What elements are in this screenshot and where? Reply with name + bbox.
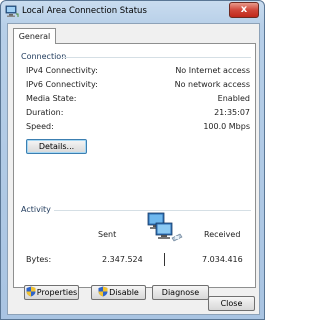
media-state-row: Media State: Enabled (26, 94, 250, 106)
diagnose-button[interactable]: Diagnose (152, 285, 209, 300)
ipv4-row: IPv4 Connectivity: No Internet access (26, 66, 250, 78)
bytes-label: Bytes: (26, 255, 52, 264)
speed-label: Speed: (26, 122, 54, 131)
ipv6-row: IPv6 Connectivity: No network access (26, 80, 250, 92)
received-label: Received (204, 230, 241, 239)
ipv6-label: IPv6 Connectivity: (26, 80, 98, 89)
bytes-received-value: 7.034.416 (202, 255, 243, 264)
activity-group-title: Activity (21, 205, 51, 214)
dialog-body: General Connection IPv4 Connectivity: No… (7, 23, 260, 315)
close-button[interactable]: Close (208, 296, 255, 311)
status-dialog: Local Area Connection Status x General C… (0, 0, 265, 320)
general-panel: Connection IPv4 Connectivity: No Interne… (13, 43, 256, 300)
duration-label: Duration: (26, 108, 64, 117)
ipv6-value: No network access (174, 80, 250, 89)
window-title: Local Area Connection Status (22, 6, 147, 16)
media-state-label: Media State: (26, 94, 77, 103)
ipv4-label: IPv4 Connectivity: (26, 66, 98, 75)
details-button[interactable]: Details... (26, 139, 87, 154)
uac-shield-icon (26, 286, 36, 297)
tab-general[interactable]: General (13, 28, 56, 44)
title-bar[interactable]: Local Area Connection Status x (1, 1, 264, 23)
connection-divider (62, 57, 251, 58)
speed-row: Speed: 100.0 Mbps (26, 122, 250, 134)
uac-shield-icon (98, 286, 108, 297)
duration-value: 21:35:07 (214, 108, 250, 117)
ipv4-value: No Internet access (175, 66, 250, 75)
disable-button[interactable]: Disable (91, 285, 146, 300)
properties-label: Properties (36, 288, 78, 297)
properties-button[interactable]: Properties (24, 285, 79, 300)
disable-label: Disable (109, 288, 139, 297)
connection-group-title: Connection (21, 52, 67, 61)
activity-separator (164, 253, 165, 266)
duration-row: Duration: 21:35:07 (26, 108, 250, 120)
sent-label: Sent (98, 230, 117, 239)
media-state-value: Enabled (217, 94, 250, 103)
network-computers-icon (147, 212, 183, 242)
bytes-sent-value: 2.347.524 (102, 255, 143, 264)
speed-value: 100.0 Mbps (203, 122, 250, 131)
title-close-button[interactable]: x (229, 2, 259, 18)
network-connection-icon (5, 5, 19, 17)
